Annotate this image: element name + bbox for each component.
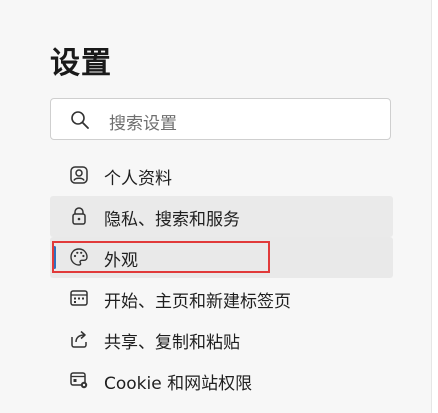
- search-icon: [70, 110, 90, 130]
- site-permissions-icon: [69, 370, 89, 390]
- home-page-icon: [69, 288, 89, 308]
- search-placeholder: 搜索设置: [109, 114, 177, 134]
- profile-icon: [69, 165, 89, 185]
- selection-indicator: [53, 246, 56, 269]
- nav-item-appearance[interactable]: 外观: [50, 237, 393, 278]
- page-title: 设置: [50, 46, 112, 81]
- nav-item-profile[interactable]: 个人资料: [50, 155, 393, 196]
- nav-item-label: 隐私、搜索和服务: [104, 210, 240, 230]
- settings-nav: 个人资料 隐私、搜索和服务 外观 开始、主页和新建标签页 共享、复制和粘贴 Co…: [50, 155, 393, 401]
- palette-icon: [69, 247, 89, 267]
- nav-item-label: 开始、主页和新建标签页: [104, 292, 291, 312]
- nav-item-label: 个人资料: [104, 169, 172, 189]
- nav-item-label: 共享、复制和粘贴: [104, 333, 240, 353]
- share-icon: [69, 329, 89, 349]
- lock-icon: [69, 206, 89, 226]
- nav-item-share-copy-paste[interactable]: 共享、复制和粘贴: [50, 319, 393, 360]
- nav-item-cookies-site-permissions[interactable]: Cookie 和网站权限: [50, 360, 393, 401]
- search-input[interactable]: 搜索设置: [50, 98, 391, 140]
- nav-item-label: Cookie 和网站权限: [104, 374, 253, 394]
- settings-sidebar: 设置 搜索设置 个人资料 隐私、搜索和服务 外观 开始、主页和新建标签页 共享、…: [0, 0, 431, 413]
- nav-item-start-home-newtab[interactable]: 开始、主页和新建标签页: [50, 278, 393, 319]
- nav-item-label: 外观: [104, 251, 138, 271]
- nav-item-privacy[interactable]: 隐私、搜索和服务: [50, 196, 393, 237]
- content-area-edge: [431, 0, 438, 413]
